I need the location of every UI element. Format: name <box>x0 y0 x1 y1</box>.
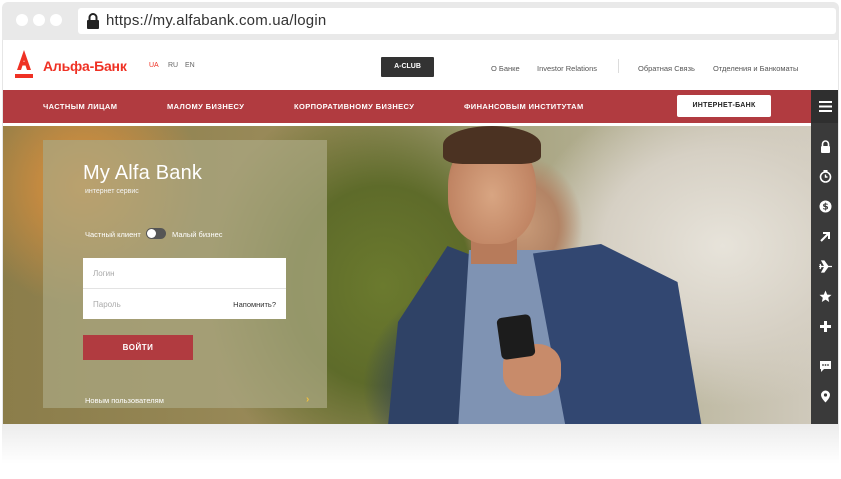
hero-banner: My Alfa Bank интернет сервис Частный кли… <box>3 126 811 424</box>
internet-bank-button[interactable]: ИНТЕРНЕТ-БАНК <box>677 95 771 117</box>
remind-password-link[interactable]: Напомнить? <box>233 300 276 309</box>
alfa-logo-icon[interactable] <box>13 50 35 80</box>
svg-text:$: $ <box>822 203 828 213</box>
nav-small-business[interactable]: МАЛОМУ БИЗНЕСУ <box>167 102 244 111</box>
hero-person-hair <box>443 126 541 164</box>
site-header: Альфа-Банк UA RU EN A-CLUB О Банке Inves… <box>3 40 838 90</box>
chat-icon[interactable] <box>819 360 832 373</box>
map-pin-icon[interactable] <box>819 390 832 403</box>
toggle-knob <box>147 229 156 238</box>
lang-ru[interactable]: RU <box>168 62 178 69</box>
clock-icon[interactable] <box>819 170 832 183</box>
padlock-icon <box>87 13 99 29</box>
brand-name[interactable]: Альфа-Банк <box>43 58 127 74</box>
page-viewport: Альфа-Банк UA RU EN A-CLUB О Банке Inves… <box>2 40 839 424</box>
client-type-toggle[interactable] <box>146 228 166 239</box>
browser-window: https://my.alfabank.com.ua/login Альфа-Б… <box>0 0 841 479</box>
nav-private-clients[interactable]: ЧАСТНЫМ ЛИЦАМ <box>43 102 117 111</box>
right-sidebar: $ <box>811 90 838 424</box>
login-subtitle: интернет сервис <box>85 188 139 195</box>
header-divider <box>618 59 619 73</box>
frame-shadow <box>2 424 839 464</box>
star-icon[interactable] <box>819 290 832 303</box>
arrow-icon[interactable] <box>819 230 832 243</box>
menu-icon <box>819 101 832 112</box>
nav-corporate-business[interactable]: КОРПОРАТИВНОМУ БИЗНЕСУ <box>294 102 414 111</box>
link-branches-atms[interactable]: Отделения и Банкоматы <box>713 64 798 73</box>
plus-icon[interactable] <box>819 320 832 333</box>
login-card: My Alfa Bank интернет сервис Частный кли… <box>43 140 327 408</box>
new-users-link[interactable]: Новым пользователям <box>85 396 164 405</box>
menu-button[interactable] <box>811 90 838 123</box>
a-club-button[interactable]: A-CLUB <box>381 57 434 77</box>
login-input[interactable] <box>83 258 286 288</box>
browser-toolbar: https://my.alfabank.com.ua/login <box>2 2 839 40</box>
toggle-small-business-label[interactable]: Малый бизнес <box>172 230 223 239</box>
lock-icon[interactable] <box>819 140 832 153</box>
main-nav: ЧАСТНЫМ ЛИЦАМ МАЛОМУ БИЗНЕСУ КОРПОРАТИВН… <box>3 90 811 123</box>
link-feedback[interactable]: Обратная Связь <box>638 64 695 73</box>
login-title: My Alfa Bank <box>83 162 203 184</box>
link-about-bank[interactable]: О Банке <box>491 64 520 73</box>
lang-ua[interactable]: UA <box>149 62 159 69</box>
credentials-box: Напомнить? <box>83 258 286 319</box>
link-investor-relations[interactable]: Investor Relations <box>537 64 597 73</box>
address-bar[interactable]: https://my.alfabank.com.ua/login <box>78 8 836 34</box>
login-button[interactable]: ВОЙТИ <box>83 335 193 360</box>
dollar-icon[interactable]: $ <box>819 200 832 213</box>
url-text: https://my.alfabank.com.ua/login <box>106 12 327 29</box>
nav-financial-institutions[interactable]: ФИНАНСОВЫМ ИНСТИТУТАМ <box>464 102 584 111</box>
window-dot-close[interactable] <box>16 14 28 26</box>
chevron-right-icon[interactable]: › <box>306 394 309 405</box>
window-dot-minimize[interactable] <box>33 14 45 26</box>
plane-icon[interactable] <box>819 260 832 273</box>
toggle-private-client-label[interactable]: Частный клиент <box>85 230 141 239</box>
window-dot-maximize[interactable] <box>50 14 62 26</box>
hero-phone <box>496 313 536 361</box>
lang-en[interactable]: EN <box>185 62 195 69</box>
